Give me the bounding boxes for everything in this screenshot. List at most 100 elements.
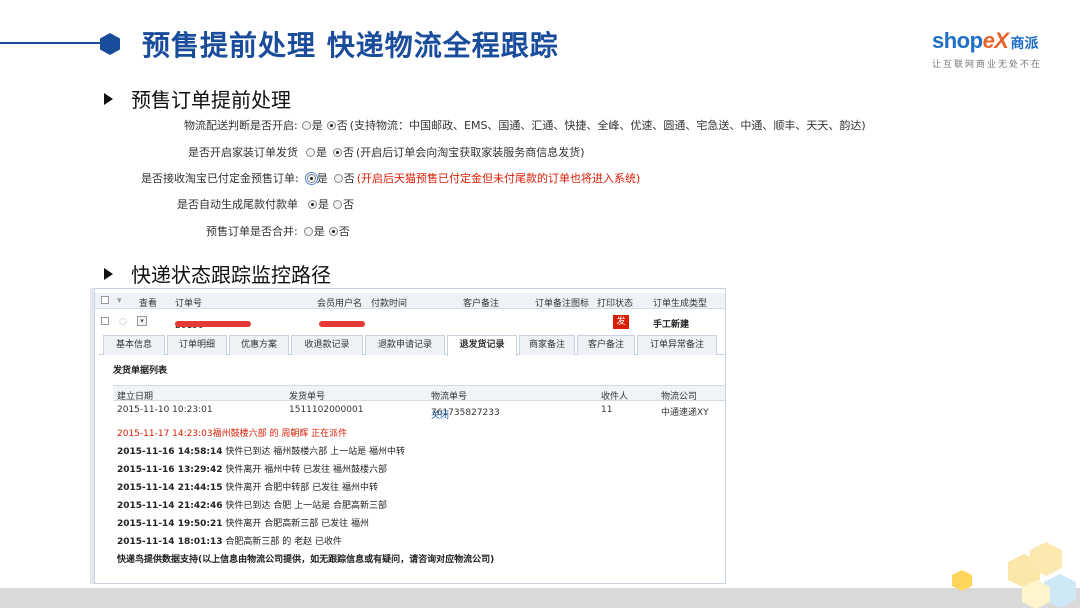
redaction-mark	[319, 321, 365, 327]
tracking-entry: 2015-11-16 14:58:14 快件已到达 福州鼓楼六部 上一站是 福州…	[117, 444, 405, 457]
radio-no[interactable]	[326, 120, 336, 130]
col-delivery-no: 发货单号	[289, 392, 326, 402]
radio-yes[interactable]	[303, 226, 313, 236]
section-heading-text: 预售订单提前处理	[131, 88, 291, 112]
radio-yes[interactable]	[304, 171, 318, 185]
shipping-table-row: 2015-11-10 10:23:01 1511102000001 761735…	[113, 402, 725, 421]
tracking-text: 福州鼓楼六部 的 周朝辉 正在派件	[212, 429, 348, 439]
cell-delivery-no: 1511102000001	[289, 405, 364, 415]
hexagon-bullet-icon	[100, 33, 120, 55]
col-gen-type[interactable]: 订单生成类型	[653, 296, 707, 309]
logo-word-b: eX	[982, 28, 1009, 53]
setting-note: (支持物流：中国邮政、EMS、国通、汇通、快捷、全峰、优速、圆通、宅急送、中通、…	[349, 119, 866, 132]
tracking-text: 快件已到达 合肥 上一站是 合肥高新三部	[225, 501, 387, 511]
header-chevron-icon: ▾	[117, 296, 122, 306]
tracking-timestamp: 2015-11-16 13:29:42	[117, 465, 223, 475]
row-gen-type: 手工新建	[653, 320, 690, 330]
radio-yes[interactable]	[308, 199, 317, 209]
radio-no-label: 否	[343, 146, 354, 159]
shopex-logo: shopeX 商派 让互联网商业无处不在	[932, 28, 1052, 72]
tracking-text: 合肥高新三部 的 老赵 已收件	[225, 537, 342, 547]
setting-label: 是否接收淘宝已付定金预售订单:	[141, 172, 299, 185]
radio-no[interactable]	[333, 173, 343, 183]
tracking-entry: 2015-11-14 21:44:15 快件离开 合肥中转部 已发往 福州中转	[117, 480, 378, 493]
setting-row-balance-payment: 是否自动生成尾款付款单 是 否	[177, 196, 354, 212]
radio-no[interactable]	[328, 226, 338, 236]
radio-no-label: 否	[343, 172, 355, 185]
tab-basic-info[interactable]: 基本信息	[103, 335, 165, 355]
setting-note: (开启后天猫预售已付定金但未付尾款的订单也将进入系统)	[356, 172, 641, 185]
setting-row-merge: 预售订单是否合并: 是 否	[206, 223, 350, 239]
setting-label: 是否自动生成尾款付款单	[177, 198, 298, 211]
tracking-timestamp: 2015-11-14 18:01:13	[117, 537, 223, 547]
col-order-note-icon[interactable]: 订单备注图标	[535, 296, 589, 309]
row-checkbox[interactable]	[101, 317, 109, 325]
setting-label: 预售订单是否合并:	[206, 225, 298, 238]
tab-merchant-note[interactable]: 商家备注	[519, 335, 575, 355]
bottom-band	[0, 588, 1080, 608]
col-tracking-no: 物流单号	[431, 392, 468, 402]
tracking-timestamp: 2015-11-16 14:58:14	[117, 447, 223, 457]
logo-cn: 商派	[1010, 36, 1039, 52]
header-rule	[0, 42, 104, 44]
order-grid-row[interactable]: ○ ▾ 20150 手工新建	[95, 313, 725, 331]
logo-word-a: shop	[932, 28, 983, 53]
tracking-text: 快件离开 福州中转 已发往 福州鼓楼六部	[225, 465, 387, 475]
arrow-bullet-icon	[104, 267, 113, 280]
detail-tabs: 基本信息 订单明细 优惠方案 收退款记录 退款申请记录 退发货记录 商家备注 客…	[99, 335, 725, 356]
print-status-badge: 发	[613, 315, 629, 329]
cell-date: 2015-11-10 10:23:01	[117, 405, 213, 415]
setting-row-logistics: 物流配送判断是否开启: 是 否 (支持物流：中国邮政、EMS、国通、汇通、快捷、…	[184, 117, 866, 133]
select-all-checkbox[interactable]	[101, 296, 109, 304]
radio-yes-label: 是	[313, 225, 325, 238]
col-customer-note[interactable]: 客户备注	[463, 296, 499, 309]
tab-discounts[interactable]: 优惠方案	[229, 335, 289, 355]
page-title: 预售提前处理 快递物流全程跟踪	[142, 29, 559, 62]
tracking-entry: 2015-11-14 19:50:21 快件离开 合肥高新三部 已发往 福州	[117, 516, 369, 529]
col-print-status[interactable]: 打印状态	[597, 296, 633, 309]
arrow-bullet-icon	[104, 92, 113, 105]
tracking-entry: 2015-11-17 14:23:03福州鼓楼六部 的 周朝辉 正在派件	[117, 426, 347, 439]
data-source-note: 快递鸟提供数据支持(以上信息由物流公司提供，如无跟踪信息或有疑问，请咨询对应物流…	[117, 555, 495, 565]
tracking-entry: 2015-11-16 13:29:42 快件离开 福州中转 已发往 福州鼓楼六部	[117, 462, 387, 475]
col-pay-time[interactable]: 付款时间	[371, 296, 407, 309]
tab-shipping-records[interactable]: 退发货记录	[447, 335, 517, 356]
tab-payment-refund[interactable]: 收退款记录	[291, 335, 363, 355]
col-order-no[interactable]: 订单号	[175, 296, 202, 309]
tracking-entry: 2015-11-14 18:01:13 合肥高新三部 的 老赵 已收件	[117, 534, 342, 547]
tab-exception-note[interactable]: 订单异常备注	[637, 335, 717, 355]
tab-order-items[interactable]: 订单明细	[167, 335, 227, 355]
hexagon-cluster-decoration	[952, 542, 1076, 608]
order-detail-panel: ▾ 查看 订单号 会员用户名 付款时间 客户备注 订单备注图标 打印状态 订单生…	[94, 288, 726, 584]
tracking-text: 快件已到达 福州鼓楼六部 上一站是 福州中转	[225, 447, 405, 457]
radio-no[interactable]	[333, 147, 342, 157]
row-expand-dropdown[interactable]: ▾	[137, 316, 147, 326]
radio-no[interactable]	[333, 199, 342, 209]
col-recipient: 收件人	[601, 392, 629, 402]
row-marker-icon: ○	[119, 317, 127, 327]
radio-no-label: 否	[338, 225, 350, 238]
tracking-timestamp: 2015-11-17 14:23:03	[117, 429, 213, 439]
tracking-entry: 2015-11-14 21:42:46 快件已到达 合肥 上一站是 合肥高新三部	[117, 498, 387, 511]
radio-yes-label: 是	[316, 146, 327, 159]
setting-label: 是否开启家装订单发货	[188, 146, 298, 159]
shipping-table-header: 建立日期 发货单号 物流单号 收件人 物流公司	[113, 385, 725, 402]
tab-customer-note[interactable]: 客户备注	[577, 335, 635, 355]
redaction-mark	[175, 321, 251, 327]
setting-note: (开启后订单会向淘宝获取家装服务商信息发货)	[356, 146, 585, 159]
radio-yes[interactable]	[306, 147, 315, 157]
tab-refund-requests[interactable]: 退款申请记录	[365, 335, 445, 355]
order-grid-header: ▾ 查看 订单号 会员用户名 付款时间 客户备注 订单备注图标 打印状态 订单生…	[95, 293, 725, 309]
radio-yes-label: 是	[316, 172, 328, 185]
close-link[interactable]: 关闭	[431, 408, 449, 421]
section-heading-tracking: 快递状态跟踪监控路径	[104, 259, 331, 288]
col-member[interactable]: 会员用户名	[317, 296, 362, 309]
radio-yes[interactable]	[301, 120, 311, 130]
col-view[interactable]: 查看	[139, 296, 157, 309]
col-logistics-company: 物流公司	[661, 392, 698, 402]
cell-recipient: 11	[601, 405, 613, 415]
tracking-text: 快件离开 合肥高新三部 已发往 福州	[225, 519, 369, 529]
shipping-list-title: 发货单据列表	[113, 366, 168, 376]
setting-label: 物流配送判断是否开启:	[184, 119, 298, 132]
radio-yes-label: 是	[311, 119, 323, 132]
